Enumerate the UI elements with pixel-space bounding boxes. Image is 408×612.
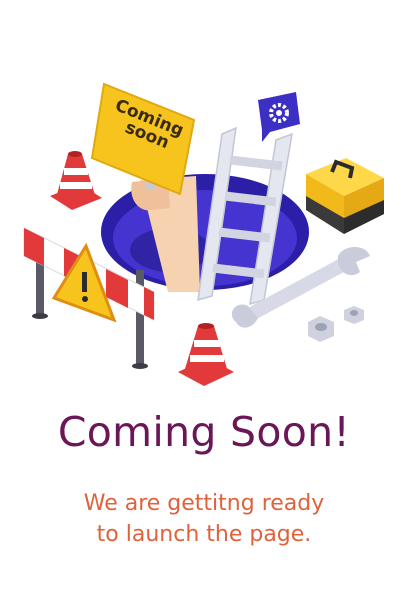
subtitle-line-1: We are gettitng ready [83,491,325,516]
under-construction-illustration: Coming soon [0,0,408,400]
page-subtitle: We are gettitng ready to launch the page… [0,488,408,550]
traffic-cone-icon [178,323,234,386]
subtitle-line-2: to launch the page. [96,522,312,547]
nut-icon [308,306,364,342]
toolbox-icon [306,158,384,234]
coming-soon-sign-icon: Coming soon [90,82,196,196]
page-title: Coming Soon! [57,408,351,456]
gear-chat-icon [258,92,300,142]
illustration-svg: Coming soon [23,82,384,386]
